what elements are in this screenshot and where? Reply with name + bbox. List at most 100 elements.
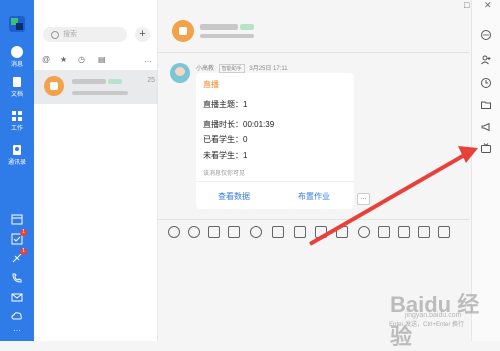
calendar-button[interactable] [11,213,23,225]
nav-documents[interactable]: 文档 [0,76,34,98]
watermark-url: jingyan.baidu.com [405,312,462,319]
lightning-icon[interactable] [336,226,348,238]
duration-value: 00:01:39 [243,120,275,129]
contacts-icon [13,145,21,155]
mail-button[interactable] [11,291,23,303]
viewed-row: 已看学生：0 [203,134,247,145]
clock-filter-icon[interactable]: ◷ [78,55,85,64]
nav-work[interactable]: 工作 [0,110,34,132]
ding-badge: 1 [20,248,27,255]
view-data-button[interactable]: 查看数据 [218,191,250,202]
clock-icon [481,78,491,88]
like-icon[interactable] [208,226,220,238]
search-input[interactable]: 搜索 [43,27,127,42]
message-icon [11,46,23,58]
checkbox-icon[interactable] [315,226,327,238]
folder-icon[interactable] [272,226,284,238]
announcement-button[interactable] [481,122,491,132]
search-placeholder: 搜索 [63,31,77,38]
close-button[interactable]: ✕ [484,0,492,11]
nav-messages-label: 消息 [10,62,23,68]
conversation-tag-redacted [108,79,122,84]
search-icon [51,31,59,39]
sender-name: 小高教 [196,66,215,72]
work-icon [12,111,22,121]
left-nav-rail: 消息 文档 工作 通讯录 1 1 ··· [0,0,34,341]
composer-toolbar [164,226,464,240]
add-member-button[interactable] [481,55,491,65]
subject-row: 直播主题：1 [203,99,247,110]
file-icon[interactable] [398,226,410,238]
nav-contacts[interactable]: 通讯录 [0,144,34,166]
at-filter-icon[interactable]: @ [42,55,50,64]
megaphone-icon [481,122,490,132]
live-stream-card: 直播 直播主题：1 直播时长：00:01:39 已看学生：0 未看学生：1 该消… [196,73,354,209]
emoji-icon[interactable] [188,226,200,238]
call-button[interactable] [11,272,23,284]
chat-title-redacted [200,24,238,30]
todo-badge: 1 [20,229,27,236]
card-title: 直播 [203,80,219,89]
filter-more-button[interactable]: … [144,55,152,64]
window-controls: □ ✕ [440,0,500,12]
calendar-icon[interactable] [294,226,306,238]
subject-value: 1 [243,100,248,109]
nav-work-label: 工作 [10,126,23,132]
chat-header [158,14,470,50]
assign-homework-button[interactable]: 布置作业 [298,191,330,202]
more-options-button[interactable] [481,30,491,40]
chat-avatar[interactable] [172,20,194,42]
chat-subtitle-redacted [200,34,254,38]
message-time: 3月25日 17:11 [249,66,288,72]
mail-icon[interactable] [418,226,430,238]
unviewed-value: 1 [243,151,248,160]
mail-icon [11,293,23,302]
live-app-button[interactable] [481,143,491,153]
doc-filter-icon[interactable]: ▤ [98,55,106,64]
card-divider [196,181,354,182]
screen-icon[interactable] [438,226,450,238]
history-button[interactable] [481,78,491,88]
app-logo [9,16,25,32]
restore-button[interactable]: □ [464,0,469,10]
conversation-preview-redacted [72,91,128,95]
folder-icon [481,101,491,109]
visibility-hint: 该消息仅你可见 [203,171,246,177]
add-button[interactable]: + [135,27,150,42]
document-icon [13,77,21,87]
files-button[interactable] [481,100,491,110]
nav-documents-label: 文档 [10,92,23,98]
duration-row: 直播时长：00:01:39 [203,119,274,130]
star-filter-icon[interactable]: ★ [60,55,67,64]
subject-label: 直播主题： [203,100,243,109]
composer-divider [158,219,470,220]
conversation-item[interactable]: 25 [34,70,157,104]
video-icon[interactable] [378,226,390,238]
gif-icon[interactable] [168,226,180,238]
mention-icon[interactable] [250,226,262,238]
ding-button[interactable]: 1 [11,248,27,264]
conversation-name-redacted [72,79,106,84]
chat-tag-redacted [240,24,254,30]
more-apps-button[interactable]: ··· [11,326,23,338]
viewed-value: 0 [243,135,248,144]
cloud-icon [11,312,22,320]
message-more-button[interactable]: ... [357,193,370,205]
message-meta: 小高教 智能助手 3月25日 17:11 [196,63,288,73]
unviewed-label: 未看学生： [203,151,243,160]
nav-contacts-label: 通讯录 [7,160,26,166]
watermark-logo: Baidu 经验 [390,292,480,349]
tv-icon [481,143,491,153]
cloud-button[interactable] [11,310,23,322]
phone-icon[interactable] [358,226,370,238]
conversation-list-panel: 搜索 + @ ★ ◷ ▤ … 25 [34,0,158,341]
more-circle-icon [481,30,491,40]
todo-button[interactable]: 1 [11,229,27,245]
scissors-icon[interactable] [228,226,240,238]
viewed-label: 已看学生： [203,135,243,144]
unviewed-row: 未看学生：1 [203,150,247,161]
sender-avatar[interactable] [170,63,190,83]
duration-label: 直播时长： [203,120,243,129]
nav-messages[interactable]: 消息 [0,46,34,68]
conversation-avatar [44,76,64,96]
